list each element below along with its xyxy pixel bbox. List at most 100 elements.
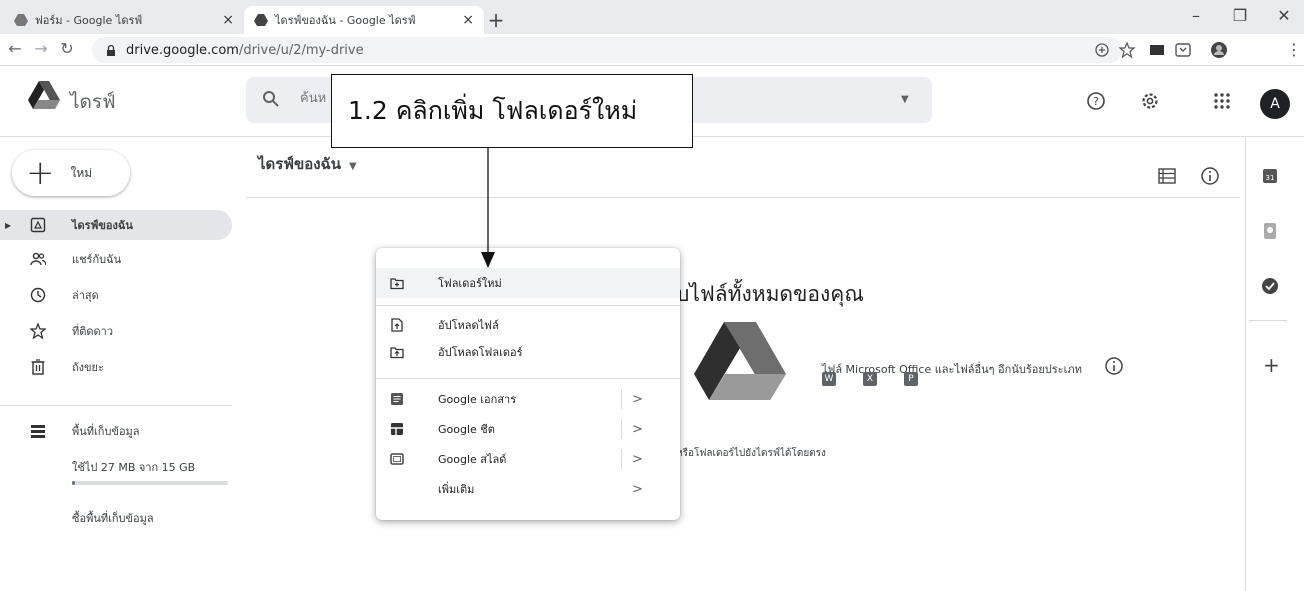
info-icon[interactable] <box>1104 356 1124 376</box>
menu-item-label: Google เอกสาร <box>438 393 517 406</box>
word-file-icon: W <box>822 372 836 386</box>
sidebar-divider <box>0 405 232 406</box>
svg-text:31: 31 <box>1266 174 1275 182</box>
browser-tab-my-drive[interactable]: ไดรฟ์ของฉัน - Google ไดรฟ์ × <box>244 6 484 34</box>
help-icon[interactable]: ? <box>1086 91 1106 111</box>
account-avatar[interactable]: A <box>1260 89 1290 119</box>
sidebar-item-shared[interactable]: แชร์กับฉัน <box>0 244 232 274</box>
sidebar-item-my-drive[interactable]: ▶ ไดรฟ์ของฉัน <box>0 210 232 240</box>
window-minimize-icon[interactable]: – <box>1180 6 1212 25</box>
info-icon[interactable] <box>1200 166 1220 186</box>
new-folder-icon <box>390 278 404 290</box>
new-button-label: ใหม่ <box>70 165 93 180</box>
powerpoint-file-icon: P <box>904 372 918 386</box>
expand-arrow-icon[interactable]: ▶ <box>5 221 11 230</box>
tasks-icon[interactable] <box>1260 276 1280 296</box>
apps-grid-icon[interactable] <box>1212 91 1232 111</box>
shared-people-icon <box>30 252 46 266</box>
drive-favicon <box>14 14 28 26</box>
address-bar[interactable]: drive.google.com/drive/u/2/my-drive <box>92 37 1122 63</box>
sidebar-item-label: พื้นที่เก็บข้อมูล <box>72 425 140 438</box>
window-close-icon[interactable]: ✕ <box>1268 6 1300 25</box>
submenu-separator <box>621 449 622 469</box>
storage-icon <box>31 425 45 438</box>
sidebar-item-trash[interactable]: ถังขยะ <box>0 352 232 382</box>
sidebar-item-recent[interactable]: ล่าสุด <box>0 280 232 310</box>
sidebar-item-starred[interactable]: ที่ติดดาว <box>0 316 232 346</box>
menu-item-label: Google สไลด์ <box>438 453 507 466</box>
breadcrumb[interactable]: ไดรฟ์ของฉัน ▼ <box>258 152 357 176</box>
clock-icon <box>30 287 46 303</box>
menu-item-more[interactable]: เพิ่มเติม > <box>376 474 680 504</box>
menu-item-google-sheets[interactable]: Google ชีต > <box>376 414 680 444</box>
plus-icon: + <box>26 153 55 193</box>
calendar-icon[interactable]: 31 <box>1260 166 1280 186</box>
annotation-callout: 1.2 คลิกเพิ่ม โฟลเดอร์ใหม่ <box>331 74 693 148</box>
google-drive-logo <box>694 322 786 400</box>
filetypes-text: ไฟล์ Microsoft Office และไฟล์อื่นๆ อีกนั… <box>822 363 1082 376</box>
menu-item-google-docs[interactable]: Google เอกสาร > <box>376 384 680 414</box>
menu-item-label: เพิ่มเติม <box>438 483 475 496</box>
reload-icon[interactable]: ↻ <box>56 39 78 58</box>
menu-item-label: โฟลเดอร์ใหม่ <box>438 277 502 290</box>
google-slides-icon <box>390 453 404 465</box>
submenu-arrow-icon: > <box>632 451 643 467</box>
pocket-extension-icon[interactable] <box>1174 41 1192 59</box>
submenu-arrow-icon: > <box>632 481 643 497</box>
my-drive-icon <box>30 217 46 233</box>
menu-item-new-folder[interactable]: โฟลเดอร์ใหม่ <box>376 268 680 298</box>
folder-upload-icon <box>390 347 404 359</box>
breadcrumb-label: ไดรฟ์ของฉัน <box>258 155 342 173</box>
sidebar-item-storage[interactable]: พื้นที่เก็บข้อมูล <box>0 416 232 446</box>
storage-usage-fill <box>72 481 76 485</box>
list-view-icon[interactable] <box>1158 168 1176 184</box>
url-path: /drive/u/2/my-drive <box>238 42 364 58</box>
main-divider <box>246 197 1240 198</box>
submenu-separator <box>621 389 622 409</box>
lock-icon <box>107 44 115 56</box>
google-sheets-icon <box>391 423 403 435</box>
side-panel-separator <box>1249 320 1287 321</box>
new-button[interactable]: + ใหม่ <box>12 150 130 196</box>
tab-close-icon[interactable]: × <box>222 12 234 28</box>
trash-icon <box>31 359 45 375</box>
keep-icon[interactable] <box>1260 221 1280 241</box>
browser-menu-kebab-icon[interactable]: ⋮ <box>1286 40 1302 59</box>
profile-avatar-icon[interactable] <box>1210 41 1228 59</box>
google-docs-icon <box>391 393 403 405</box>
sidebar-item-label: ถังขยะ <box>72 361 104 374</box>
search-icon[interactable] <box>262 90 280 108</box>
menu-item-google-slides[interactable]: Google สไลด์ > <box>376 444 680 474</box>
url-host: drive.google.com <box>126 42 239 58</box>
empty-state-title: บไฟล์ทั้งหมดของคุณ <box>676 282 864 306</box>
sidebar-item-label: ไดรฟ์ของฉัน <box>72 219 133 232</box>
zoom-plus-icon[interactable] <box>1093 41 1111 59</box>
search-options-caret-icon[interactable]: ▼ <box>901 94 909 105</box>
menu-divider <box>376 378 680 379</box>
new-tab-plus-icon[interactable]: + <box>484 8 508 32</box>
new-item-menu: โฟลเดอร์ใหม่ อัปโหลดไฟล์ อัปโหลดโฟลเดอร์… <box>376 248 680 520</box>
settings-gear-icon[interactable] <box>1140 91 1160 111</box>
back-arrow-icon[interactable]: ← <box>4 39 26 58</box>
app-title: ไดรฟ์ <box>70 91 116 113</box>
window-restore-icon[interactable]: ❐ <box>1224 6 1256 25</box>
menu-item-upload-file[interactable]: อัปโหลดไฟล์ <box>376 310 680 340</box>
menu-item-upload-folder[interactable]: อัปโหลดโฟลเดอร์ <box>376 337 680 367</box>
add-addon-plus-icon[interactable]: + <box>1263 353 1280 377</box>
extension-icon[interactable] <box>1148 41 1166 59</box>
sidebar-item-label: แชร์กับฉัน <box>72 253 122 266</box>
storage-used-text: ใช้ไป 27 MB จาก 15 GB <box>72 461 196 474</box>
submenu-arrow-icon: > <box>632 391 643 407</box>
tab-close-icon[interactable]: × <box>462 12 474 28</box>
forward-arrow-icon[interactable]: → <box>30 39 52 58</box>
bookmark-star-icon[interactable] <box>1118 41 1136 59</box>
browser-tab-forms[interactable]: ฟอร์ม - Google ไดรฟ์ × <box>4 6 244 34</box>
browser-tab-bar: ฟอร์ม - Google ไดรฟ์ × ไดรฟ์ของฉัน - Goo… <box>0 0 1304 34</box>
buy-storage-link[interactable]: ซื้อพื้นที่เก็บข้อมูล <box>72 509 154 527</box>
sidebar-item-label: ล่าสุด <box>72 289 99 302</box>
menu-divider <box>376 305 680 306</box>
menu-item-label: อัปโหลดโฟลเดอร์ <box>438 346 523 359</box>
drive-favicon <box>254 14 268 26</box>
browser-toolbar: ← → ↻ drive.google.com/drive/u/2/my-driv… <box>0 34 1304 66</box>
annotation-text: 1.2 คลิกเพิ่ม โฟลเดอร์ใหม่ <box>348 96 638 125</box>
